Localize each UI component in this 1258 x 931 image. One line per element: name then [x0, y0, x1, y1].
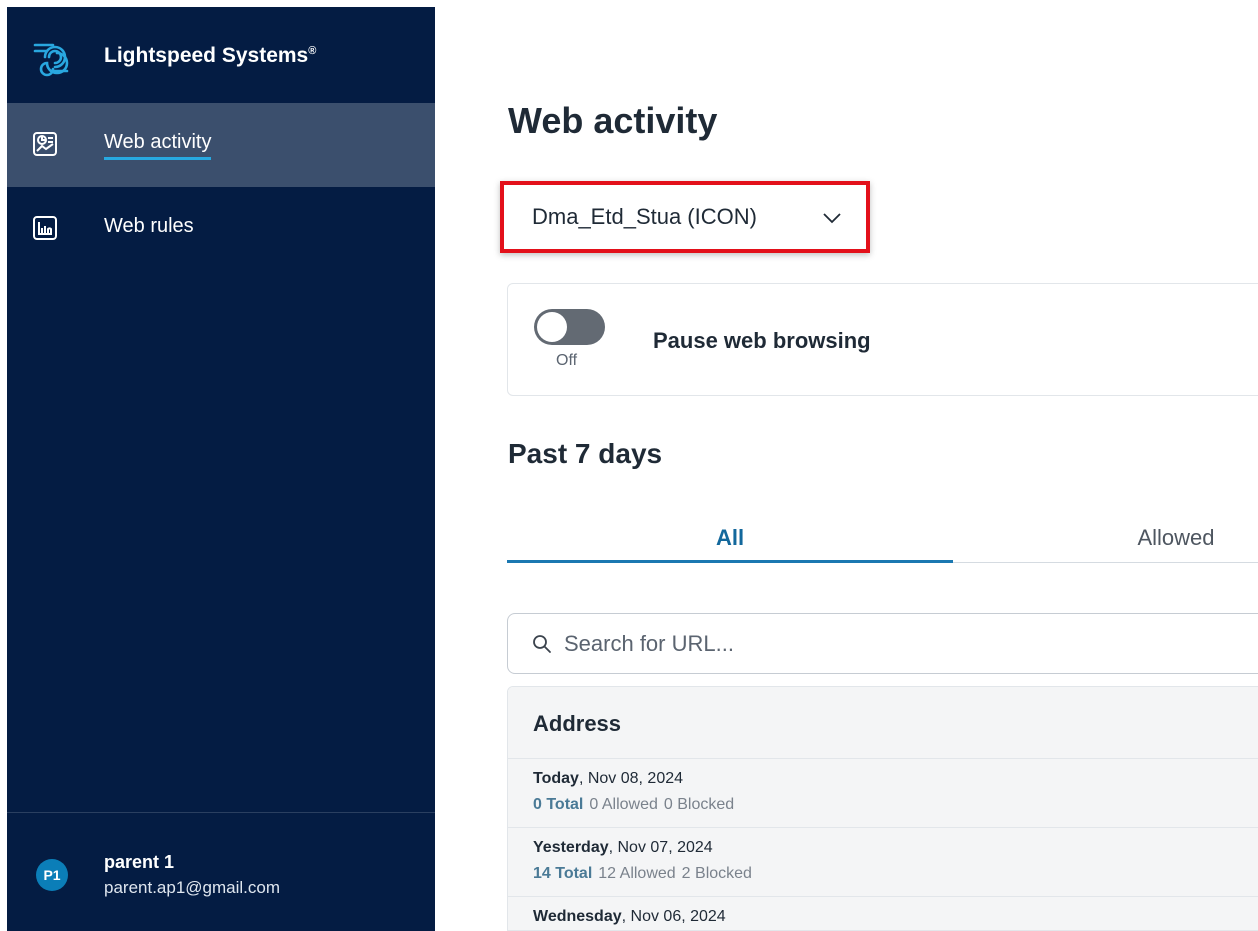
avatar[interactable]: P1	[36, 859, 68, 891]
table-row[interactable]: Wednesday, Nov 06, 2024	[508, 897, 1258, 930]
brand-name: Lightspeed Systems®	[104, 44, 317, 67]
day-label: Wednesday, Nov 06, 2024	[533, 908, 726, 925]
sidebar-item-web-activity[interactable]: Web activity	[7, 103, 435, 187]
search-icon	[533, 635, 551, 653]
day-label: Today, Nov 08, 2024	[533, 770, 684, 787]
table-row[interactable]: Today, Nov 08, 2024 0 Total 0 Allowed 0 Bl…	[508, 759, 1258, 828]
lightspeed-logo-icon	[33, 43, 69, 77]
active-tab-indicator	[507, 560, 953, 563]
day-label: Yesterday, Nov 07, 2024	[533, 839, 713, 856]
activity-table: Address Today, Nov 08, 2024 0 Total 0 All…	[507, 686, 1258, 931]
report-icon	[33, 132, 57, 156]
day-counts: 14 Total 12 Allowed 2 Blocked	[533, 865, 752, 882]
chevron-down-icon	[823, 213, 841, 224]
pause-browsing-card: Off Pause web browsing	[507, 283, 1258, 396]
table-header: Address	[508, 687, 1258, 759]
sidebar-item-label: Web rules	[104, 215, 194, 237]
search-input[interactable]	[564, 626, 1164, 662]
search-box	[507, 613, 1258, 674]
user-name: parent 1	[104, 852, 175, 872]
table-row[interactable]: Yesterday, Nov 07, 2024 14 Total 12 Allow…	[508, 828, 1258, 897]
activity-tabs: All Allowed	[507, 515, 1258, 563]
sidebar-item-label: Web activity	[104, 131, 212, 160]
pause-browsing-toggle[interactable]	[534, 309, 605, 345]
chart-icon	[33, 216, 57, 240]
column-header-address: Address	[533, 711, 622, 736]
main-content: Web activity Dma_Etd_Stua (ICON) Off Pau…	[435, 0, 1258, 931]
toggle-knob	[537, 312, 567, 342]
section-title: Past 7 days	[508, 438, 663, 469]
toggle-state-label: Off	[556, 352, 578, 369]
pause-browsing-label: Pause web browsing	[653, 328, 871, 353]
page-title: Web activity	[508, 100, 718, 141]
user-email: parent.ap1@gmail.com	[104, 878, 281, 897]
student-select-value: Dma_Etd_Stua (ICON)	[532, 204, 757, 229]
student-select[interactable]: Dma_Etd_Stua (ICON)	[500, 181, 870, 253]
tab-allowed[interactable]: Allowed	[953, 525, 1258, 551]
brand-header: Lightspeed Systems®	[7, 7, 435, 103]
sidebar-item-web-rules[interactable]: Web rules	[7, 187, 435, 271]
sidebar-divider	[7, 812, 435, 813]
sidebar: Lightspeed Systems® Web activity Web rul…	[7, 7, 435, 931]
day-counts: 0 Total 0 Allowed 0 Blocked	[533, 796, 735, 813]
tab-all[interactable]: All	[507, 525, 953, 551]
